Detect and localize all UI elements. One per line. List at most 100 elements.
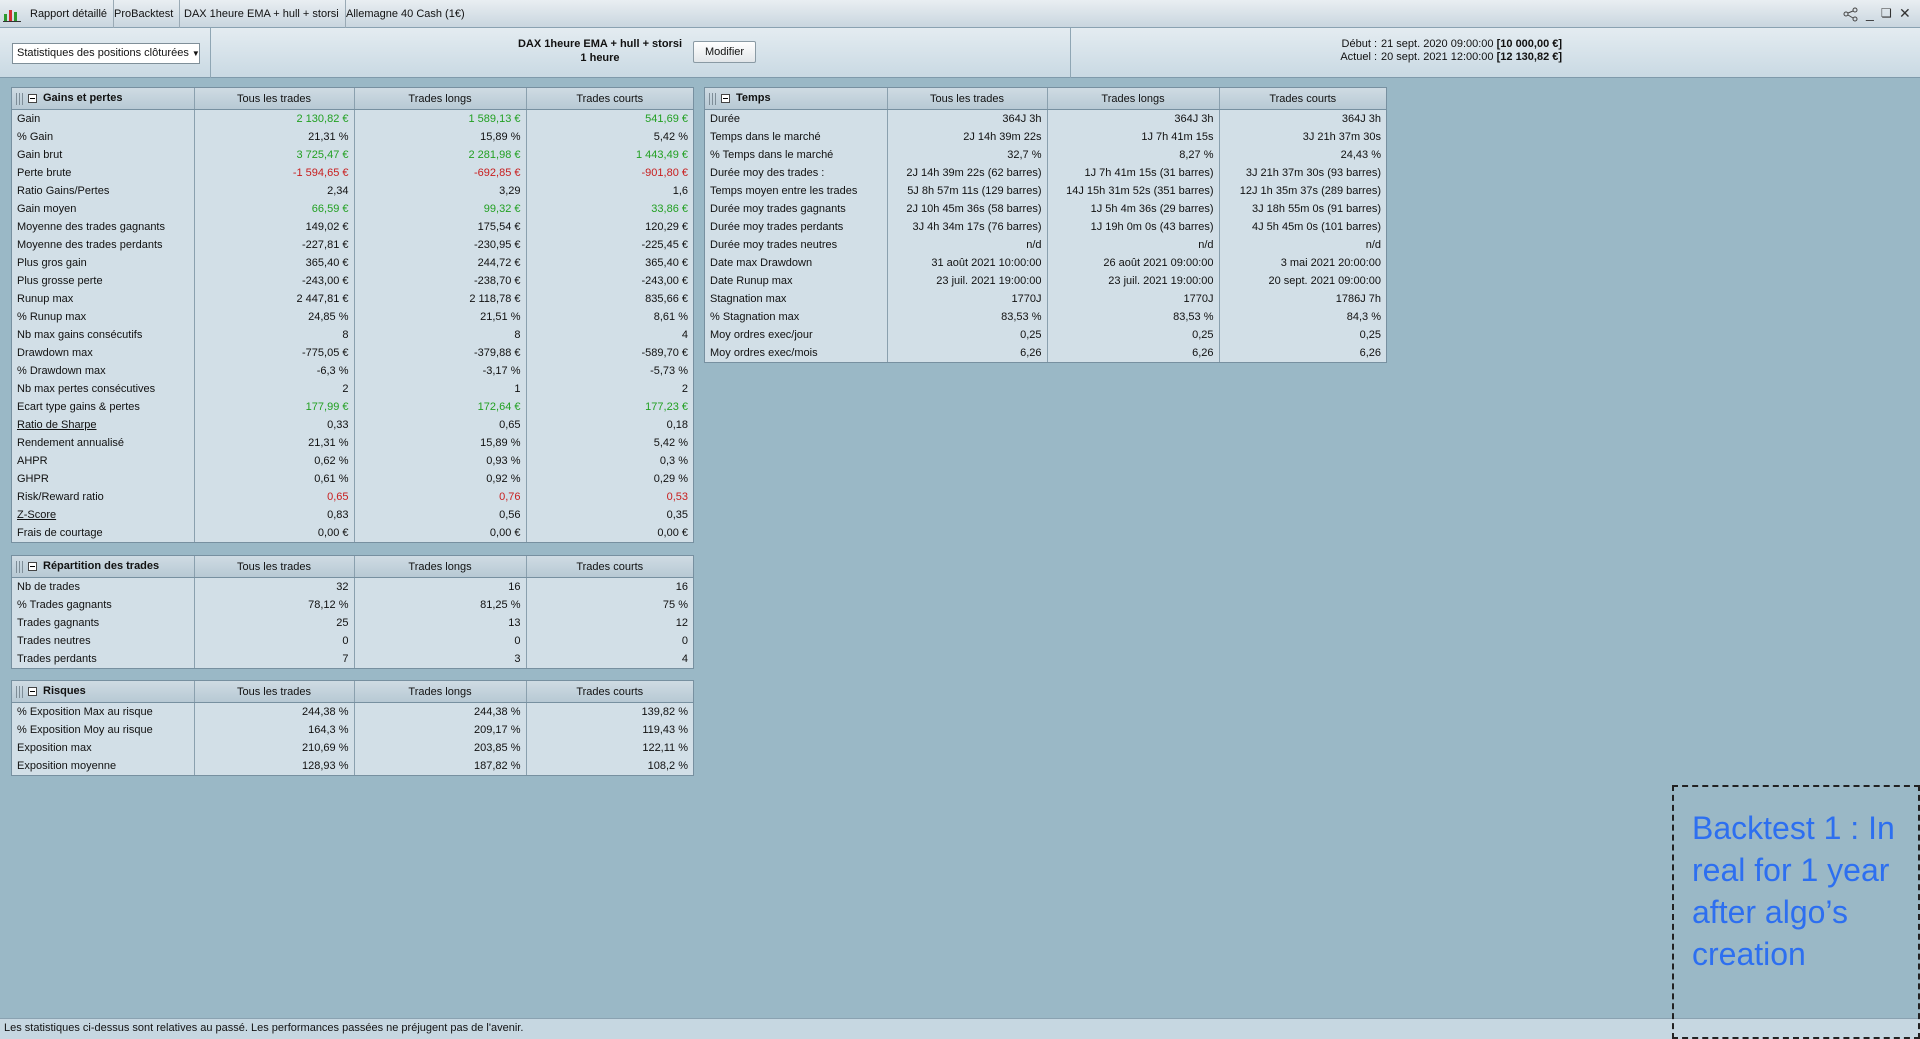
collapse-icon[interactable] [28,562,37,572]
row-label: Stagnation max [710,293,787,305]
cell-value: -243,00 € [193,272,354,290]
cell-value: 84,3 % [1218,308,1386,326]
column-header[interactable]: Tous les trades [193,681,354,703]
cell-value: 6,26 [886,344,1047,362]
column-header[interactable]: Trades longs [353,88,526,110]
header-divider [210,28,211,78]
row-label: Temps moyen entre les trades [710,185,858,197]
table-row: Nb de trades 32 16 16 [12,577,693,596]
column-header[interactable]: Tous les trades [886,88,1047,110]
cell-value: -227,81 € [193,236,354,254]
tab-rapport-detaille[interactable]: Rapport détaillé [24,0,115,28]
cell-value: 244,38 % [193,702,354,721]
table-row: Perte brute -1 594,65 € -692,85 € -901,80 € [12,164,693,182]
column-header[interactable]: Trades courts [525,88,693,110]
table-row: Drawdown max -775,05 € -379,88 € -589,70 € [12,344,693,362]
column-header[interactable]: Trades longs [353,681,526,703]
minimize-icon[interactable]: _ [1866,5,1874,21]
row-label: % Exposition Moy au risque [17,724,153,736]
cell-value: 128,93 % [193,757,354,775]
start-label: Début : [1341,38,1377,50]
column-header[interactable]: Trades longs [1046,88,1219,110]
column-header[interactable]: Trades courts [525,681,693,703]
table-row: Frais de courtage 0,00 €0,00 €0,00 € [12,524,693,542]
cell-value: 12 [525,614,693,632]
table-row: Ecart type gains & pertes 177,99 €172,64 … [12,398,693,416]
cell-value: 541,69 € [525,109,693,128]
drag-handle-icon[interactable] [16,92,24,105]
cell-value: 16 [353,577,526,596]
table-row: Gain 2 130,82 €1 589,13 €541,69 € [12,109,693,128]
table-row: AHPR 0,62 % 0,93 % 0,3 % [12,452,693,470]
tab-strategy[interactable]: DAX 1heure EMA + hull + storsi [178,0,346,28]
collapse-icon[interactable] [721,94,730,104]
risques-table: Risques Tous les trades Trades longs Trades… [12,681,693,775]
cell-value: 21,31 % [193,434,354,452]
tab-probacktest[interactable]: ProBacktest [108,0,181,28]
table-header-row: Répartition des trades Tous les trades Tra… [12,556,693,578]
row-label[interactable]: Z-Score [12,506,194,524]
table-row: Trades perdants 7 3 4 [12,650,693,668]
table-row: % Temps dans le marché 32,7 % 8,27 % 24,43 … [705,146,1386,164]
cell-value: 6,26 [1218,344,1386,362]
cell-value: -225,45 € [525,236,693,254]
share-icon[interactable] [1843,7,1859,22]
cell-value: 364J 3h [886,109,1047,128]
table-row: Durée moy trades gagnants 2J 10h 45m 36s … [705,200,1386,218]
cell-value: 2J 10h 45m 36s (58 barres) [886,200,1047,218]
tab-instrument[interactable]: Allemagne 40 Cash (1€) [340,0,471,28]
cell-value: 0,29 % [525,470,693,488]
cell-value: 78,12 % [193,596,354,614]
repartition-table: Répartition des trades Tous les trades Tra… [12,556,693,668]
cell-value: 32,7 % [886,146,1047,164]
cell-value: 5,42 % [525,128,693,146]
table-header-row: Risques Tous les trades Trades longs Trades… [12,681,693,703]
table-row: % Drawdown max -6,3 % -3,17 % -5,73 % [12,362,693,380]
row-label: Moyenne des trades perdants [17,239,163,251]
cell-value: 13 [353,614,526,632]
cell-value: n/d [1046,236,1219,254]
table-row: Date Runup max 23 juil. 2021 19:00:00 23 j… [705,272,1386,290]
start-date: 21 sept. 2020 09:00:00 [1381,38,1494,50]
cell-value: 8 [193,326,354,344]
table-row: Moyenne des trades perdants -227,81 € -230… [12,236,693,254]
column-header[interactable]: Trades courts [525,556,693,578]
section-header: Répartition des trades [12,556,194,578]
chart-app-icon [3,10,21,22]
cell-value: -3,17 % [353,362,526,380]
cell-value: 4 [525,650,693,668]
close-icon[interactable]: ✕ [1899,5,1911,21]
table-row: Durée moy trades perdants 3J 4h 34m 17s (… [705,218,1386,236]
cell-value: 4 [525,326,693,344]
drag-handle-icon[interactable] [16,560,24,573]
cell-value: 66,59 € [193,200,354,218]
select-value: Statistiques des positions clôturées [17,47,189,59]
drag-handle-icon[interactable] [709,92,717,105]
cell-value: 0,83 [193,506,354,524]
column-header[interactable]: Trades longs [353,556,526,578]
table-row: Date max Drawdown 31 août 2021 10:00:00 26… [705,254,1386,272]
row-label[interactable]: Ratio de Sharpe [12,416,194,434]
cell-value: 3 [353,650,526,668]
table-row: Temps dans le marché 2J 14h 39m 22s 1J 7h … [705,128,1386,146]
table-row: Gain brut 3 725,47 €2 281,98 €1 443,49 € [12,146,693,164]
collapse-icon[interactable] [28,687,37,697]
row-label: Gain [17,113,41,125]
restore-icon[interactable]: ❏ [1881,5,1892,21]
cell-value: 0,62 % [193,452,354,470]
column-header[interactable]: Tous les trades [193,556,354,578]
positions-filter-select[interactable]: Statistiques des positions clôturées ▼ [12,43,200,64]
repartition-trades-panel: Répartition des trades Tous les trades Tra… [11,555,694,669]
table-row: Rendement annualisé 21,31 % 15,89 % 5,42 % [12,434,693,452]
cell-value: 149,02 € [193,218,354,236]
collapse-icon[interactable] [28,94,37,104]
row-label: Date Runup max [710,275,793,287]
column-header[interactable]: Tous les trades [193,88,354,110]
cell-value: 3J 21h 37m 30s [1218,128,1386,146]
cell-value: 177,99 € [193,398,354,416]
cell-value: 2 118,78 € [353,290,526,308]
drag-handle-icon[interactable] [16,685,24,698]
current-capital: [12 130,82 €] [1496,51,1563,63]
column-header[interactable]: Trades courts [1218,88,1386,110]
modify-button[interactable]: Modifier [693,41,756,63]
